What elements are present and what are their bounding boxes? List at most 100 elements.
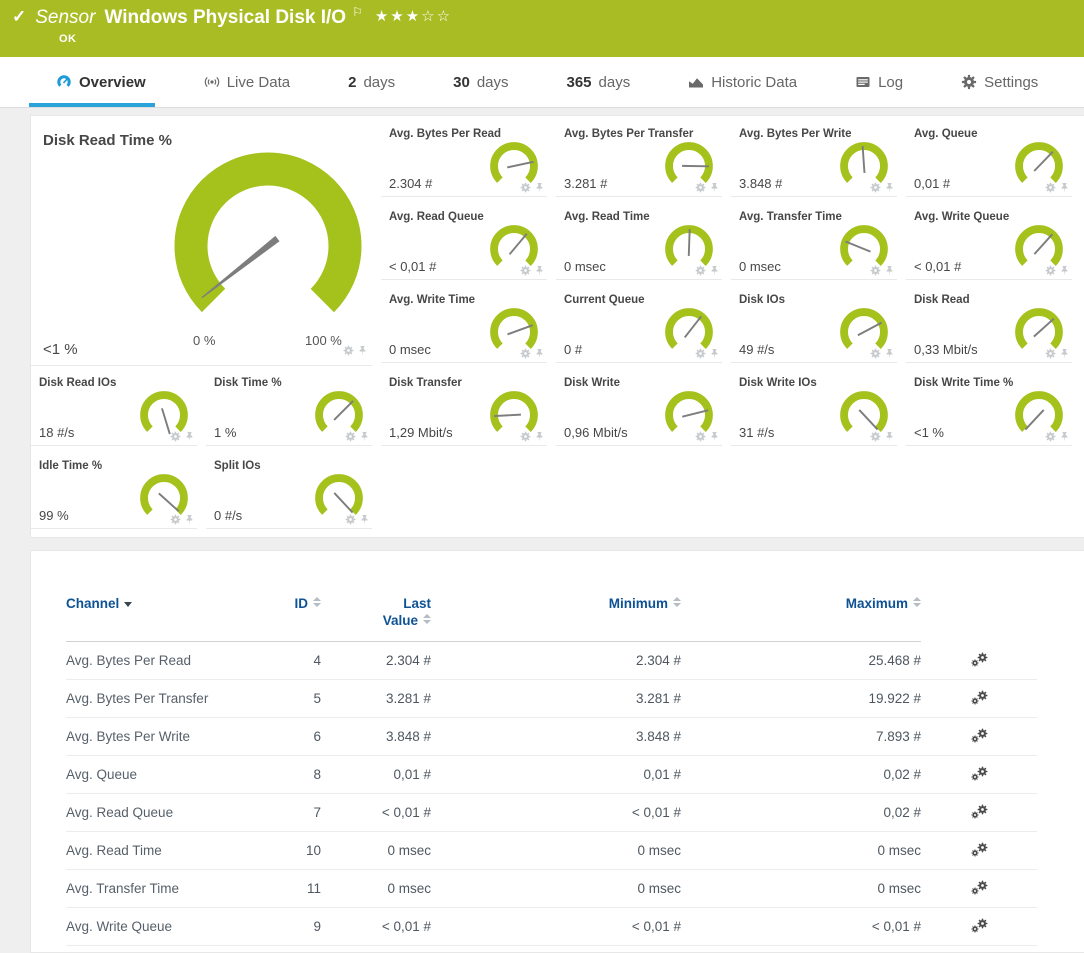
gauge-card-disk-time-pct[interactable]: Disk Time % 1 % — [206, 370, 372, 446]
pin-icon[interactable] — [1059, 431, 1070, 442]
channel-row-avg-bytes-per-write[interactable]: Avg. Bytes Per Write 6 3.848 # 3.848 # 7… — [66, 718, 1037, 756]
channel-settings-icon[interactable] — [971, 842, 988, 859]
gear-icon[interactable] — [695, 265, 706, 276]
gauge-card-avg-bytes-per-transfer[interactable]: Avg. Bytes Per Transfer 3.281 # — [556, 121, 722, 197]
pin-icon[interactable] — [184, 514, 195, 525]
channel-row-avg-transfer-time[interactable]: Avg. Transfer Time 11 0 msec 0 msec 0 ms… — [66, 870, 1037, 908]
gauge-card-split-ios[interactable]: Split IOs 0 #/s — [206, 453, 372, 529]
channel-settings-icon[interactable] — [971, 690, 988, 707]
gear-icon[interactable] — [345, 431, 356, 442]
gauge-card-disk-read-ios[interactable]: Disk Read IOs 18 #/s — [31, 370, 197, 446]
channel-settings-icon[interactable] — [971, 766, 988, 783]
channel-settings-icon[interactable] — [971, 918, 988, 935]
gauge-card-avg-queue[interactable]: Avg. Queue 0,01 # — [906, 121, 1072, 197]
gear-icon[interactable] — [170, 514, 181, 525]
gauge-card-avg-transfer-time[interactable]: Avg. Transfer Time 0 msec — [731, 204, 897, 280]
gear-icon[interactable] — [520, 431, 531, 442]
pin-icon[interactable] — [534, 265, 545, 276]
gear-icon[interactable] — [695, 431, 706, 442]
gear-icon[interactable] — [870, 431, 881, 442]
channel-settings-icon[interactable] — [971, 880, 988, 897]
pin-icon[interactable] — [534, 182, 545, 193]
gear-icon[interactable] — [1045, 265, 1056, 276]
channel-row-avg-write-queue[interactable]: Avg. Write Queue 9 < 0,01 # < 0,01 # < 0… — [66, 908, 1037, 946]
priority-stars[interactable]: ★★★☆☆ — [375, 7, 452, 25]
pin-icon[interactable] — [1059, 265, 1070, 276]
gauge-title: Disk Write Time % — [914, 377, 1013, 389]
pin-icon[interactable] — [1059, 348, 1070, 359]
pin-icon[interactable] — [359, 431, 370, 442]
gear-icon[interactable] — [343, 345, 354, 356]
gear-icon[interactable] — [1045, 182, 1056, 193]
gear-icon[interactable] — [170, 431, 181, 442]
gear-icon[interactable] — [520, 348, 531, 359]
channel-row-avg-read-time[interactable]: Avg. Read Time 10 0 msec 0 msec 0 msec — [66, 832, 1037, 870]
pin-icon[interactable] — [884, 182, 895, 193]
pin-icon[interactable] — [1059, 182, 1070, 193]
pin-icon[interactable] — [184, 431, 195, 442]
pin-icon[interactable] — [709, 265, 720, 276]
pin-icon[interactable] — [534, 348, 545, 359]
gauge-card-current-queue[interactable]: Current Queue 0 # — [556, 287, 722, 363]
log-icon — [855, 74, 871, 90]
gauge-card-idle-time-pct[interactable]: Idle Time % 99 % — [31, 453, 197, 529]
gauge-card-avg-read-time[interactable]: Avg. Read Time 0 msec — [556, 204, 722, 280]
pin-icon[interactable] — [359, 514, 370, 525]
gauge-card-disk-write-ios[interactable]: Disk Write IOs 31 #/s — [731, 370, 897, 446]
gear-icon[interactable] — [345, 514, 356, 525]
gear-icon[interactable] — [1045, 348, 1056, 359]
pin-icon[interactable] — [709, 431, 720, 442]
gear-icon — [961, 74, 977, 90]
pin-icon[interactable] — [534, 431, 545, 442]
gauge-title: Avg. Queue — [914, 128, 977, 140]
tab-overview[interactable]: Overview — [56, 57, 146, 107]
gauge-card-avg-read-queue[interactable]: Avg. Read Queue < 0,01 # — [381, 204, 547, 280]
channel-settings-icon[interactable] — [971, 804, 988, 821]
channel-row-avg-read-queue[interactable]: Avg. Read Queue 7 < 0,01 # < 0,01 # 0,02… — [66, 794, 1037, 832]
channel-row-avg-bytes-per-read[interactable]: Avg. Bytes Per Read 4 2.304 # 2.304 # 25… — [66, 642, 1037, 680]
gauge-card-avg-bytes-per-read[interactable]: Avg. Bytes Per Read 2.304 # — [381, 121, 547, 197]
pin-icon[interactable] — [884, 348, 895, 359]
tab-settings[interactable]: Settings — [961, 57, 1038, 107]
column-header-id[interactable]: ID — [251, 595, 321, 642]
tab-live-data[interactable]: Live Data — [204, 57, 290, 107]
pin-icon[interactable] — [884, 265, 895, 276]
channel-row-avg-bytes-per-transfer[interactable]: Avg. Bytes Per Transfer 5 3.281 # 3.281 … — [66, 680, 1037, 718]
tab-365-days[interactable]: 365 days — [567, 57, 631, 107]
gear-icon[interactable] — [520, 182, 531, 193]
pin-icon[interactable] — [709, 182, 720, 193]
pin-icon[interactable] — [357, 345, 368, 356]
gauge-card-avg-write-time[interactable]: Avg. Write Time 0 msec — [381, 287, 547, 363]
gear-icon[interactable] — [520, 265, 531, 276]
channel-settings-icon[interactable] — [971, 652, 988, 669]
gauge-value: < 0,01 # — [389, 259, 436, 274]
pin-icon[interactable] — [884, 431, 895, 442]
tab-log[interactable]: Log — [855, 57, 903, 107]
gauge-card-disk-write-time-pct[interactable]: Disk Write Time % <1 % — [906, 370, 1072, 446]
channel-row-avg-queue[interactable]: Avg. Queue 8 0,01 # 0,01 # 0,02 # — [66, 756, 1037, 794]
gear-icon[interactable] — [1045, 431, 1056, 442]
gear-icon[interactable] — [870, 182, 881, 193]
tab-30-days[interactable]: 30 days — [453, 57, 508, 107]
column-header-maximum[interactable]: Maximum — [681, 595, 921, 642]
gauge-card-disk-ios[interactable]: Disk IOs 49 #/s — [731, 287, 897, 363]
gauge-card-disk-read[interactable]: Disk Read 0,33 Mbit/s — [906, 287, 1072, 363]
tab-historic-data[interactable]: Historic Data — [688, 57, 797, 107]
pin-icon[interactable] — [709, 348, 720, 359]
column-header-last-value[interactable]: LastValue — [321, 595, 431, 642]
column-header-minimum[interactable]: Minimum — [431, 595, 681, 642]
gear-icon[interactable] — [870, 265, 881, 276]
gauge-card-avg-write-queue[interactable]: Avg. Write Queue < 0,01 # — [906, 204, 1072, 280]
priority-flag-icon[interactable]: ⚐ — [352, 5, 363, 19]
gauge-card-disk-transfer[interactable]: Disk Transfer 1,29 Mbit/s — [381, 370, 547, 446]
gauge-card-disk-read-time-pct[interactable]: Disk Read Time % <1 % 0 % 100 % — [31, 121, 372, 366]
column-header-channel[interactable]: Channel — [66, 595, 251, 642]
channel-settings-icon[interactable] — [971, 728, 988, 745]
gear-icon[interactable] — [695, 182, 706, 193]
gear-icon[interactable] — [870, 348, 881, 359]
tab-2-days[interactable]: 2 days — [348, 57, 395, 107]
gauge-card-disk-write[interactable]: Disk Write 0,96 Mbit/s — [556, 370, 722, 446]
gear-icon[interactable] — [695, 348, 706, 359]
gauge-card-avg-bytes-per-write[interactable]: Avg. Bytes Per Write 3.848 # — [731, 121, 897, 197]
channel-id: 7 — [251, 794, 321, 832]
